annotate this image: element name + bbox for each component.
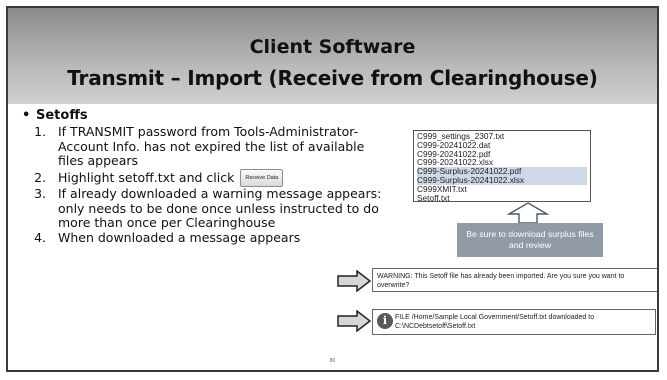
up-arrow-icon [506,202,550,224]
steps-list: If TRANSMIT password from Tools-Administ… [22,124,382,246]
warning-dialog: WARNING: This Setoff file has already be… [372,268,657,292]
download-complete-dialog: i FILE /Home/Sample Local Government/Set… [372,309,656,335]
bullet-setoffs: Setoffs [22,108,382,123]
receive-data-button[interactable]: Receive Data [240,168,284,187]
info-icon: i [377,313,393,329]
right-arrow-icon [337,270,371,292]
step-2: Highlight setoff.txt and click Receive Da… [50,168,382,187]
available-files-list[interactable]: C999_settings_2307.txt C999-20241022.dat… [413,130,591,202]
surplus-callout: Be sure to download surplus files and re… [457,223,603,257]
slide-header: Client Software Transmit – Import (Recei… [8,8,657,104]
step-4: When downloaded a message appears [50,230,382,246]
page-number: 80 [329,358,336,364]
right-arrow-icon [337,310,371,332]
step-3: If already downloaded a warning message … [50,186,382,231]
slide-subtitle: Transmit – Import (Receive from Clearing… [67,66,598,90]
step-1: If TRANSMIT password from Tools-Administ… [50,124,382,169]
file-item[interactable]: Setoff.txt [417,193,587,201]
download-message: FILE /Home/Sample Local Government/Setof… [395,314,595,330]
step-2-text: Highlight setoff.txt and click [58,169,235,185]
slide-title: Client Software [249,36,416,58]
slide: Client Software Transmit – Import (Recei… [6,6,659,372]
content-area: Setoffs If TRANSMIT password from Tools-… [22,108,382,245]
